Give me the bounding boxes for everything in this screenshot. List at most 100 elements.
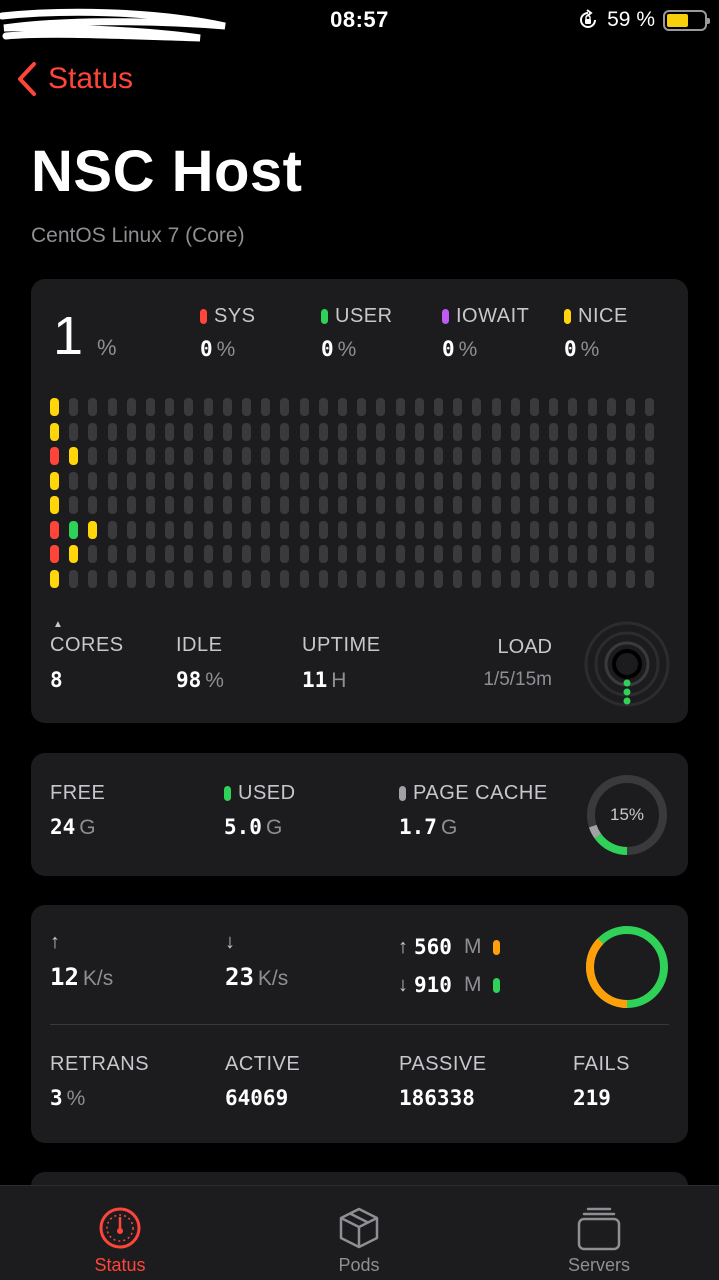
orientation-lock-icon: [580, 9, 597, 28]
cpu-cell: [280, 447, 290, 465]
cpu-cell: [88, 520, 98, 539]
load-dot-15: [623, 697, 631, 705]
cpu-cell: [126, 447, 136, 465]
tab-pods[interactable]: Pods: [239, 1186, 479, 1280]
cpu-cell: [395, 422, 405, 441]
sys-label: SYS: [214, 305, 256, 327]
cpu-cell: [242, 447, 251, 465]
gauge-icon: [99, 1207, 141, 1249]
battery-percent: 59 %: [607, 8, 655, 31]
cpu-cell: [280, 471, 290, 490]
user-label: USER: [335, 305, 393, 327]
download-rate-value: 23: [225, 963, 254, 991]
cpu-cell: [107, 471, 117, 490]
cpu-cell: [50, 471, 59, 490]
status-right: 59 %: [577, 8, 710, 32]
cpu-cell: [338, 569, 347, 588]
cpu-cell: [203, 496, 213, 514]
cpu-cell: [184, 447, 194, 465]
cpu-cell: [69, 398, 79, 416]
cpu-cell: [280, 422, 290, 441]
cpu-cell: [587, 545, 597, 563]
cpu-cell: [587, 520, 597, 539]
cpu-cell: [510, 471, 520, 490]
cpu-cell: [491, 569, 501, 588]
passive-label: PASSIVE: [399, 1053, 487, 1075]
cpu-cell: [549, 569, 559, 588]
cpu-cell: [626, 447, 635, 465]
cpu-cell: [126, 520, 136, 539]
cpu-cell: [606, 545, 616, 563]
back-button[interactable]: Status: [14, 60, 133, 98]
cpu-cell: [376, 496, 386, 514]
cpu-cell: [472, 471, 482, 490]
cpu-cell: [88, 545, 98, 563]
cpu-cell: [453, 520, 463, 539]
cpu-cell: [338, 447, 347, 465]
cache-dot: [399, 786, 406, 801]
cpu-cell: [242, 398, 251, 416]
cpu-cell: [184, 496, 194, 514]
cpu-cell: [146, 398, 155, 416]
cpu-usage-value: 1: [53, 306, 84, 366]
cpu-cell: [395, 398, 405, 416]
mem-free-stat: FREE 24 G: [50, 782, 105, 840]
fails-label: FAILS: [573, 1053, 630, 1075]
cpu-cell: [357, 398, 367, 416]
cpu-cell: [568, 447, 578, 465]
cpu-cell: [107, 422, 117, 441]
cpu-card[interactable]: 1 % SYS 0% USER 0% IOWAIT 0% NICE 0% ▲ C…: [31, 279, 688, 723]
cpu-cell: [318, 398, 328, 416]
cpu-cell: [299, 545, 309, 563]
active-value: 64069: [225, 1086, 289, 1110]
cpu-cell: [126, 398, 136, 416]
cpu-cell: [126, 569, 136, 588]
cpu-cell: [491, 496, 501, 514]
cpu-cell: [434, 422, 443, 441]
cpu-cell: [530, 471, 539, 490]
cpu-cell: [453, 545, 463, 563]
cpu-cell: [606, 447, 616, 465]
cpu-cell: [434, 545, 443, 563]
cpu-cell: [568, 545, 578, 563]
cpu-cell: [472, 422, 482, 441]
cpu-cell: [146, 496, 155, 514]
chevron-left-icon: [18, 62, 36, 96]
cores-value: 8: [50, 668, 63, 692]
cpu-cell: [626, 520, 635, 539]
idle-stat: IDLE 98%: [176, 634, 224, 693]
battery-level: [667, 13, 689, 27]
cpu-cell: [184, 569, 194, 588]
cpu-cell: [645, 422, 655, 441]
cpu-cell: [242, 422, 251, 441]
used-dot: [224, 786, 231, 801]
cpu-cell: [510, 422, 520, 441]
idle-value: 98: [176, 668, 202, 692]
network-card[interactable]: ↑ ↓ 12 K/s 23 K/s ↑ 560 M ↓ 910 M RETRANS 3%…: [31, 905, 688, 1143]
cpu-cell: [126, 545, 136, 563]
upload-arrow-icon: ↑: [50, 931, 60, 953]
cpu-cell: [587, 422, 597, 441]
cpu-cell: [453, 496, 463, 514]
cpu-cell: [50, 422, 59, 441]
cpu-cell: [626, 545, 635, 563]
memory-card[interactable]: FREE 24 G USED 5.0 G PAGE CACHE 1.7 G 15%: [31, 753, 688, 876]
cpu-cell: [357, 545, 367, 563]
cpu-cell: [146, 471, 155, 490]
cpu-cell: [222, 398, 232, 416]
cpu-cell: [626, 569, 635, 588]
tab-servers[interactable]: Servers: [479, 1186, 719, 1280]
tab-status[interactable]: Status: [0, 1186, 240, 1280]
cpu-stat-sys: SYS 0%: [200, 305, 256, 362]
idle-unit: %: [205, 669, 224, 692]
uptime-unit: H: [331, 669, 347, 692]
retrans-value: 3: [50, 1086, 63, 1110]
network-divider: [50, 1024, 669, 1025]
cpu-cell: [491, 545, 501, 563]
cpu-cell: [587, 471, 597, 490]
cpu-cell: [606, 569, 616, 588]
cpu-cell: [568, 471, 578, 490]
cpu-cell: [50, 447, 59, 465]
cpu-cell: [261, 520, 271, 539]
cpu-cell: [222, 422, 232, 441]
